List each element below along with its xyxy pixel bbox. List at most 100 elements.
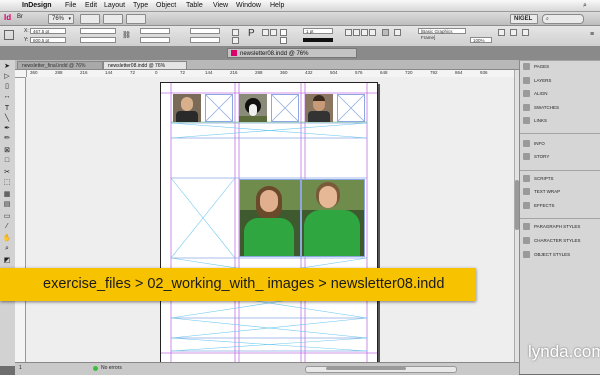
quick-apply-icon[interactable] bbox=[522, 29, 529, 36]
hand-tool-icon[interactable]: ✋ bbox=[2, 235, 12, 243]
horizontal-scrollbar[interactable] bbox=[305, 366, 457, 373]
gradient-tool-icon[interactable]: ▦ bbox=[2, 191, 12, 199]
height-field[interactable] bbox=[80, 37, 116, 43]
menu-window[interactable]: Window bbox=[236, 1, 261, 10]
select-content-icon[interactable] bbox=[270, 29, 277, 36]
menu-file[interactable]: File bbox=[65, 1, 76, 10]
document-tab-bar: newsletter_final.indd @ 76% newsletter08… bbox=[15, 60, 519, 70]
scrollbar-thumb[interactable] bbox=[326, 367, 406, 370]
note-tool-icon[interactable]: ▭ bbox=[2, 213, 12, 221]
panel-character-styles[interactable]: CHARACTER STYLES bbox=[523, 236, 581, 246]
tab-newsletter-final[interactable]: newsletter_final.indd @ 76% bbox=[17, 61, 103, 69]
menu-table[interactable]: Table bbox=[186, 1, 203, 10]
flip-icon[interactable] bbox=[232, 37, 239, 44]
scissors-tool-icon[interactable]: ✂ bbox=[2, 169, 12, 177]
panel-menu-icon[interactable]: ≡ bbox=[590, 31, 594, 38]
menu-app-name[interactable]: InDesign bbox=[22, 1, 52, 10]
panel-info[interactable]: INFO bbox=[523, 139, 545, 149]
menu-type[interactable]: Type bbox=[133, 1, 148, 10]
preflight-status-text[interactable]: No errors bbox=[101, 365, 122, 371]
constrain-proportions-icon[interactable]: ⛓ bbox=[122, 31, 131, 39]
zoom-level-select[interactable]: 76% ▾ bbox=[48, 14, 74, 24]
menu-bar: InDesign File Edit Layout Type Object Ta… bbox=[0, 0, 600, 12]
y-position-field[interactable]: 600.5 pt bbox=[30, 37, 66, 43]
document-window-titlebar[interactable]: newsletter08.indd @ 76% bbox=[227, 48, 357, 58]
width-field[interactable] bbox=[80, 28, 116, 34]
select-container-icon[interactable] bbox=[262, 29, 269, 36]
fill-stroke-swatch-icon[interactable]: ◩ bbox=[2, 257, 12, 265]
drop-shadow-icon[interactable] bbox=[498, 29, 505, 36]
fill-swatch-icon[interactable] bbox=[280, 29, 287, 36]
view-options-button[interactable] bbox=[80, 14, 100, 24]
document-page[interactable] bbox=[160, 82, 378, 364]
workspace-switcher[interactable]: NIGEL bbox=[510, 14, 538, 24]
page-tool-icon[interactable]: ▯ bbox=[2, 83, 12, 91]
object-style-select[interactable]: [Basic Graphics Frame] bbox=[418, 28, 466, 40]
opacity-field[interactable]: 100% bbox=[470, 37, 492, 43]
search-field[interactable]: ⌕ bbox=[542, 14, 584, 24]
rectangle-frame-tool-icon[interactable]: ⊠ bbox=[2, 147, 12, 155]
arrange-documents-button[interactable] bbox=[126, 14, 146, 24]
corner-options-icon[interactable] bbox=[510, 29, 517, 36]
panel-scripts[interactable]: SCRIPTS bbox=[523, 174, 554, 184]
scale-y-field[interactable] bbox=[140, 37, 170, 43]
fill-frame-icon[interactable] bbox=[369, 29, 376, 36]
shear-field[interactable] bbox=[190, 37, 220, 43]
panel-pages[interactable]: PAGES bbox=[523, 62, 549, 72]
zoom-tool-icon[interactable]: ⌕ bbox=[2, 245, 12, 253]
panel-align[interactable]: ALIGN bbox=[523, 89, 548, 99]
rotate-icon[interactable] bbox=[232, 29, 239, 36]
menu-layout[interactable]: Layout bbox=[104, 1, 125, 10]
direct-selection-tool-icon[interactable]: ▷ bbox=[2, 73, 12, 81]
fit-content-icon[interactable] bbox=[345, 29, 352, 36]
fit-frame-icon[interactable] bbox=[353, 29, 360, 36]
selection-tool-icon[interactable]: ➤ bbox=[2, 63, 12, 71]
scale-x-field[interactable] bbox=[140, 28, 170, 34]
empty-image-frame-1[interactable] bbox=[205, 94, 233, 122]
spotlight-icon[interactable]: ⌕ bbox=[583, 1, 587, 10]
x-position-field[interactable]: 467.5 pt bbox=[30, 28, 66, 34]
panel-effects[interactable]: EFFECTS bbox=[523, 201, 555, 211]
ruler-number: 144 bbox=[105, 70, 113, 75]
eyedropper-tool-icon[interactable]: ⁄ bbox=[2, 223, 12, 231]
stroke-weight-field[interactable]: 1 pt bbox=[303, 28, 333, 34]
panel-object-styles[interactable]: OBJECT STYLES bbox=[523, 250, 570, 260]
panel-swatches[interactable]: SWATCHES bbox=[523, 103, 559, 113]
headshot-photo-1[interactable] bbox=[173, 94, 201, 122]
panel-text-wrap[interactable]: TEXT WRAP bbox=[523, 187, 560, 197]
headshot-photo-2[interactable] bbox=[305, 94, 333, 122]
menu-view[interactable]: View bbox=[213, 1, 228, 10]
free-transform-tool-icon[interactable]: ⬚ bbox=[2, 179, 12, 187]
effects-icon[interactable] bbox=[394, 29, 401, 36]
tab-newsletter08[interactable]: newsletter08.indd @ 76% bbox=[103, 61, 187, 69]
menu-help[interactable]: Help bbox=[270, 1, 284, 10]
stroke-type-select[interactable] bbox=[303, 38, 333, 42]
rectangle-tool-icon[interactable]: □ bbox=[2, 157, 12, 165]
menu-object[interactable]: Object bbox=[156, 1, 176, 10]
center-content-icon[interactable] bbox=[361, 29, 368, 36]
panel-paragraph-styles[interactable]: PARAGRAPH STYLES bbox=[523, 222, 580, 232]
pencil-tool-icon[interactable]: ✏ bbox=[2, 135, 12, 143]
stroke-swatch-icon[interactable] bbox=[280, 37, 287, 44]
bridge-icon[interactable]: Br bbox=[17, 14, 23, 20]
dog-photo[interactable] bbox=[239, 94, 267, 122]
chevron-down-icon: ▾ bbox=[68, 16, 71, 22]
text-wrap-icon[interactable] bbox=[382, 29, 389, 36]
gradient-feather-tool-icon[interactable]: ▤ bbox=[2, 201, 12, 209]
reference-point-icon[interactable] bbox=[4, 30, 14, 40]
type-tool-icon[interactable]: T bbox=[2, 105, 12, 113]
menu-edit[interactable]: Edit bbox=[85, 1, 97, 10]
gap-tool-icon[interactable]: ↔ bbox=[2, 93, 12, 101]
vertical-ruler[interactable] bbox=[15, 77, 26, 362]
panel-links[interactable]: LINKS bbox=[523, 116, 547, 126]
pen-tool-icon[interactable]: ✒ bbox=[2, 125, 12, 133]
group-photo[interactable] bbox=[239, 179, 365, 257]
panel-layers[interactable]: LAYERS bbox=[523, 76, 551, 86]
screen-mode-button[interactable] bbox=[103, 14, 123, 24]
rotation-field[interactable] bbox=[190, 28, 220, 34]
empty-image-frame-3[interactable] bbox=[337, 94, 365, 122]
line-tool-icon[interactable]: ╲ bbox=[2, 115, 12, 123]
page-number-field[interactable]: 1 bbox=[19, 365, 22, 371]
panel-story[interactable]: STORY bbox=[523, 152, 549, 162]
empty-image-frame-2[interactable] bbox=[271, 94, 299, 122]
